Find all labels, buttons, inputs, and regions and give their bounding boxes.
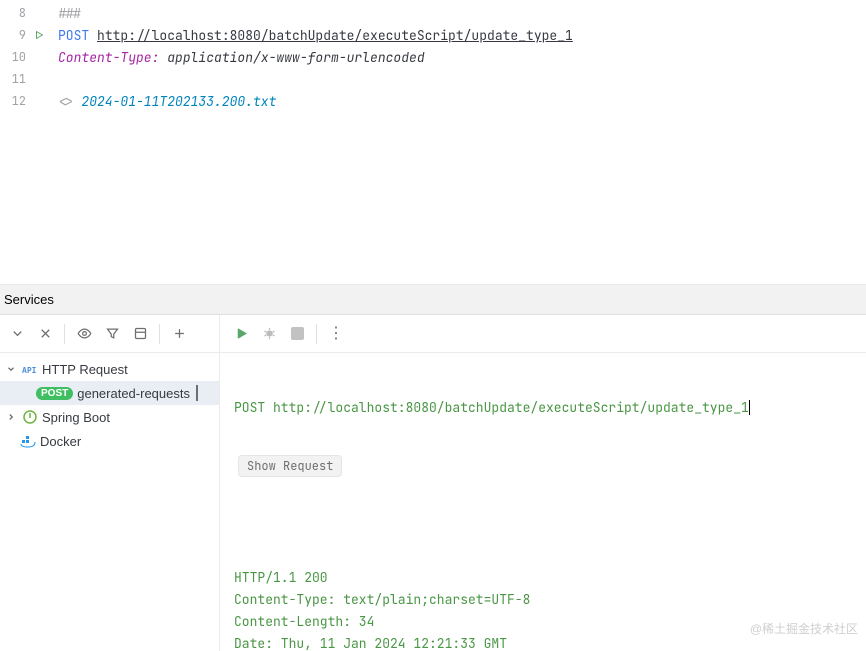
run-gutter-icon bbox=[28, 90, 50, 112]
line-number: 8 bbox=[6, 5, 28, 21]
services-panel-title[interactable]: Services bbox=[0, 285, 866, 315]
tree-node-http-request[interactable]: API HTTP Request bbox=[0, 357, 219, 381]
run-gutter-icon bbox=[28, 46, 50, 68]
code-editor: 8 9 10 11 12 ###POST http://localhost:8080/b… bbox=[0, 0, 866, 285]
code-line[interactable] bbox=[58, 68, 866, 90]
run-gutter-icon bbox=[28, 2, 50, 24]
services-tree-pane: API HTTP Request POST generated-requests… bbox=[0, 315, 220, 651]
chevron-right-icon[interactable] bbox=[4, 410, 18, 424]
http-api-icon: API bbox=[22, 361, 38, 377]
services-tree: API HTTP Request POST generated-requests… bbox=[0, 353, 219, 453]
layout-icon[interactable] bbox=[129, 323, 151, 345]
services-panel-body: API HTTP Request POST generated-requests… bbox=[0, 315, 866, 651]
services-output-pane: ⋮ POST http://localhost:8080/batchUpdate… bbox=[220, 315, 866, 651]
services-right-toolbar: ⋮ bbox=[220, 315, 866, 353]
tree-label: HTTP Request bbox=[42, 362, 128, 377]
more-icon[interactable]: ⋮ bbox=[325, 323, 347, 345]
services-title-text: Services bbox=[4, 292, 54, 307]
cursor-indicator bbox=[196, 385, 198, 401]
chevron-down-icon[interactable] bbox=[4, 362, 18, 376]
stop-icon[interactable] bbox=[286, 323, 308, 345]
toolbar-separator bbox=[64, 324, 65, 344]
response-output[interactable]: POST http://localhost:8080/batchUpdate/e… bbox=[220, 353, 866, 651]
debug-icon[interactable] bbox=[258, 323, 280, 345]
output-request-line: POST http://localhost:8080/batchUpdate/e… bbox=[234, 397, 852, 419]
expand-down-icon[interactable] bbox=[6, 323, 28, 345]
filter-icon[interactable] bbox=[101, 323, 123, 345]
show-request-button[interactable]: Show Request bbox=[238, 455, 342, 477]
run-icon[interactable] bbox=[230, 323, 252, 345]
add-icon[interactable] bbox=[168, 323, 190, 345]
run-gutter-icon bbox=[28, 68, 50, 90]
editor-gutter: 8 9 10 11 12 bbox=[0, 0, 50, 284]
spring-boot-icon bbox=[22, 409, 38, 425]
watermark-text: @稀土掘金技术社区 bbox=[750, 620, 858, 637]
output-header-line: Content-Type: text/plain;charset=UTF-8 bbox=[234, 589, 852, 611]
toolbar-separator bbox=[316, 324, 317, 344]
tree-label: Docker bbox=[40, 434, 81, 449]
toolbar-separator bbox=[159, 324, 160, 344]
tree-node-docker[interactable]: Docker bbox=[0, 429, 219, 453]
eye-icon[interactable] bbox=[73, 323, 95, 345]
tree-label: Spring Boot bbox=[42, 410, 110, 425]
code-line[interactable]: POST http://localhost:8080/batchUpdate/e… bbox=[58, 24, 866, 46]
output-response-headers: HTTP/1.1 200Content-Type: text/plain;cha… bbox=[234, 567, 852, 651]
code-line[interactable]: <> 2024-01-11T202133.200.txt bbox=[58, 90, 866, 112]
services-left-toolbar bbox=[0, 315, 219, 353]
run-gutter-icon[interactable] bbox=[28, 24, 50, 46]
code-line[interactable]: Content-Type: application/x-www-form-url… bbox=[58, 46, 866, 68]
method-badge-post: POST bbox=[36, 387, 73, 400]
line-number: 12 bbox=[6, 93, 28, 109]
output-header-line: HTTP/1.1 200 bbox=[234, 567, 852, 589]
docker-icon bbox=[20, 433, 36, 449]
tree-label: generated-requests bbox=[77, 386, 190, 401]
tree-node-generated-requests[interactable]: POST generated-requests bbox=[0, 381, 219, 405]
line-number: 11 bbox=[6, 71, 28, 87]
text-cursor bbox=[749, 400, 750, 415]
svg-text:API: API bbox=[22, 366, 37, 375]
close-icon[interactable] bbox=[34, 323, 56, 345]
line-number: 9 bbox=[6, 27, 28, 43]
tree-node-spring-boot[interactable]: Spring Boot bbox=[0, 405, 219, 429]
editor-code-area[interactable]: ###POST http://localhost:8080/batchUpdat… bbox=[50, 0, 866, 284]
line-number: 10 bbox=[6, 49, 28, 65]
code-line[interactable]: ### bbox=[58, 2, 866, 24]
